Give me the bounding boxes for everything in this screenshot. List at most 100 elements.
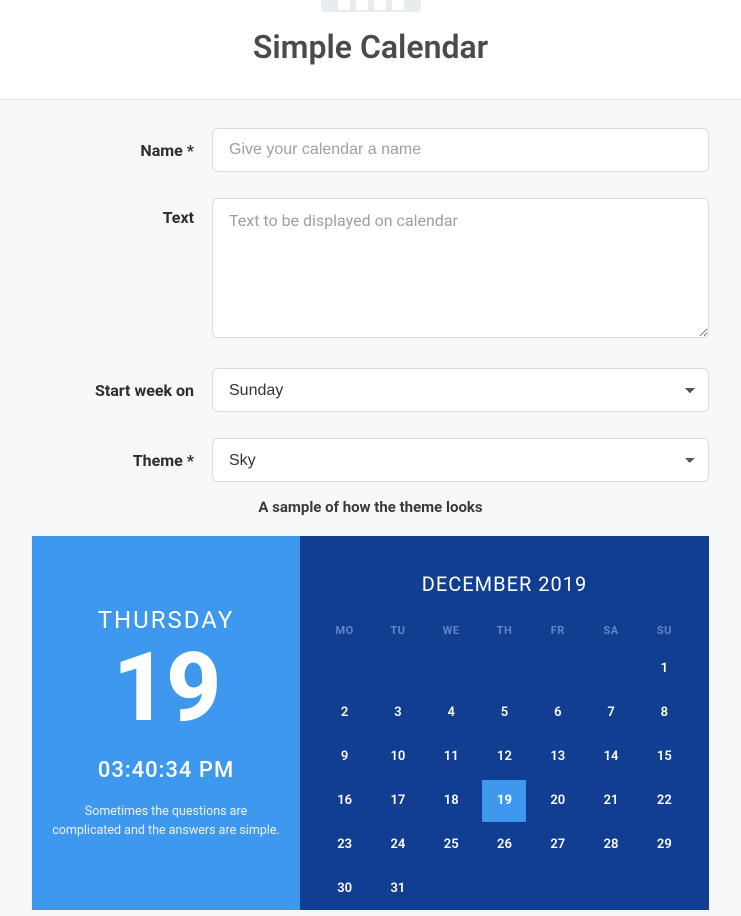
calendar-day: 22 <box>638 789 691 813</box>
page-header: Simple Calendar <box>0 0 741 100</box>
calendar-day: 11 <box>425 745 478 769</box>
calendar-day-number: 12 <box>482 745 526 769</box>
row-theme: Theme * Sky <box>32 438 709 482</box>
row-text: Text <box>32 198 709 342</box>
calendar-day: 12 <box>478 745 531 769</box>
calendar-day-number: 11 <box>429 745 473 769</box>
calendar-day: 4 <box>425 701 478 725</box>
calendar-day-number: 25 <box>429 833 473 857</box>
sample-caption: A sample of how the theme looks <box>32 498 709 516</box>
calendar-empty <box>584 657 637 681</box>
calendar-day: 3 <box>371 701 424 725</box>
calendar-day: 27 <box>531 833 584 857</box>
calendar-day: 25 <box>425 833 478 857</box>
row-name: Name * <box>32 128 709 172</box>
theme-label: Theme * <box>32 451 212 470</box>
calendar-day: 19 <box>478 789 531 813</box>
calendar-day: 9 <box>318 745 371 769</box>
weekday-header: TU <box>371 624 424 637</box>
calendar-day: 14 <box>584 745 637 769</box>
preview-calendar-grid: MOTUWETHFRSASU12345678910111213141516171… <box>318 624 691 901</box>
calendar-day-number: 7 <box>589 701 633 725</box>
calendar-day-number: 30 <box>323 877 367 901</box>
text-label: Text <box>32 198 212 227</box>
start-week-select[interactable]: Sunday <box>212 368 709 412</box>
calendar-day: 5 <box>478 701 531 725</box>
form-area: Name * Text Start week on Sunday Theme * <box>0 100 741 916</box>
calendar-day-number: 4 <box>429 701 473 725</box>
calendar-today: 19 <box>482 780 526 822</box>
calendar-empty <box>425 657 478 681</box>
calendar-day-number: 27 <box>536 833 580 857</box>
calendar-day-number: 5 <box>482 701 526 725</box>
calendar-day-number: 13 <box>536 745 580 769</box>
calendar-day: 21 <box>584 789 637 813</box>
calendar-day-number: 24 <box>376 833 420 857</box>
calendar-day: 20 <box>531 789 584 813</box>
start-week-label: Start week on <box>32 381 212 400</box>
page-title: Simple Calendar <box>253 28 488 66</box>
calendar-day-number: 17 <box>376 789 420 813</box>
calendar-day: 10 <box>371 745 424 769</box>
calendar-day-number: 2 <box>323 701 367 725</box>
preview-daynum: 19 <box>113 640 220 736</box>
calendar-day-number: 28 <box>589 833 633 857</box>
calendar-day-number: 18 <box>429 789 473 813</box>
app-logo-graphic <box>338 0 404 10</box>
calendar-day-number: 31 <box>376 877 420 901</box>
calendar-empty <box>318 657 371 681</box>
app-logo <box>321 0 421 12</box>
weekday-header: SU <box>638 624 691 637</box>
calendar-day-number: 20 <box>536 789 580 813</box>
weekday-header: WE <box>425 624 478 637</box>
calendar-empty <box>371 657 424 681</box>
calendar-empty <box>478 657 531 681</box>
calendar-day-number: 3 <box>376 701 420 725</box>
calendar-day-number: 15 <box>642 745 686 769</box>
calendar-day-number: 14 <box>589 745 633 769</box>
calendar-day: 29 <box>638 833 691 857</box>
calendar-day-number: 1 <box>642 657 686 681</box>
calendar-day-number: 8 <box>642 701 686 725</box>
calendar-day-number: 22 <box>642 789 686 813</box>
weekday-header: SA <box>584 624 637 637</box>
text-textarea[interactable] <box>212 198 709 338</box>
calendar-day: 15 <box>638 745 691 769</box>
row-start-week: Start week on Sunday <box>32 368 709 412</box>
calendar-day: 13 <box>531 745 584 769</box>
weekday-header: FR <box>531 624 584 637</box>
calendar-day: 24 <box>371 833 424 857</box>
calendar-day-number: 6 <box>536 701 580 725</box>
calendar-day-number: 21 <box>589 789 633 813</box>
calendar-day: 2 <box>318 701 371 725</box>
calendar-day: 30 <box>318 877 371 901</box>
calendar-day: 31 <box>371 877 424 901</box>
calendar-day: 28 <box>584 833 637 857</box>
calendar-day: 23 <box>318 833 371 857</box>
calendar-day-number: 26 <box>482 833 526 857</box>
calendar-day: 18 <box>425 789 478 813</box>
calendar-day-number: 9 <box>323 745 367 769</box>
calendar-day: 8 <box>638 701 691 725</box>
calendar-day-number: 29 <box>642 833 686 857</box>
calendar-day: 17 <box>371 789 424 813</box>
preview-quote: Sometimes the questions are complicated … <box>50 803 282 841</box>
calendar-empty <box>531 657 584 681</box>
preview-left-pane: THURSDAY 19 03:40:34 PM Sometimes the qu… <box>32 536 300 910</box>
preview-month-title: DECEMBER 2019 <box>318 572 691 596</box>
name-label: Name * <box>32 141 212 160</box>
weekday-header: MO <box>318 624 371 637</box>
calendar-day-number: 10 <box>376 745 420 769</box>
theme-preview: THURSDAY 19 03:40:34 PM Sometimes the qu… <box>32 536 709 910</box>
preview-right-pane: DECEMBER 2019 MOTUWETHFRSASU123456789101… <box>300 536 709 910</box>
calendar-day: 1 <box>638 657 691 681</box>
calendar-day: 7 <box>584 701 637 725</box>
name-input[interactable] <box>212 128 709 172</box>
preview-dayname: THURSDAY <box>98 606 235 634</box>
calendar-day: 6 <box>531 701 584 725</box>
calendar-day: 26 <box>478 833 531 857</box>
calendar-day: 16 <box>318 789 371 813</box>
theme-select[interactable]: Sky <box>212 438 709 482</box>
weekday-header: TH <box>478 624 531 637</box>
preview-clock: 03:40:34 PM <box>98 758 234 783</box>
